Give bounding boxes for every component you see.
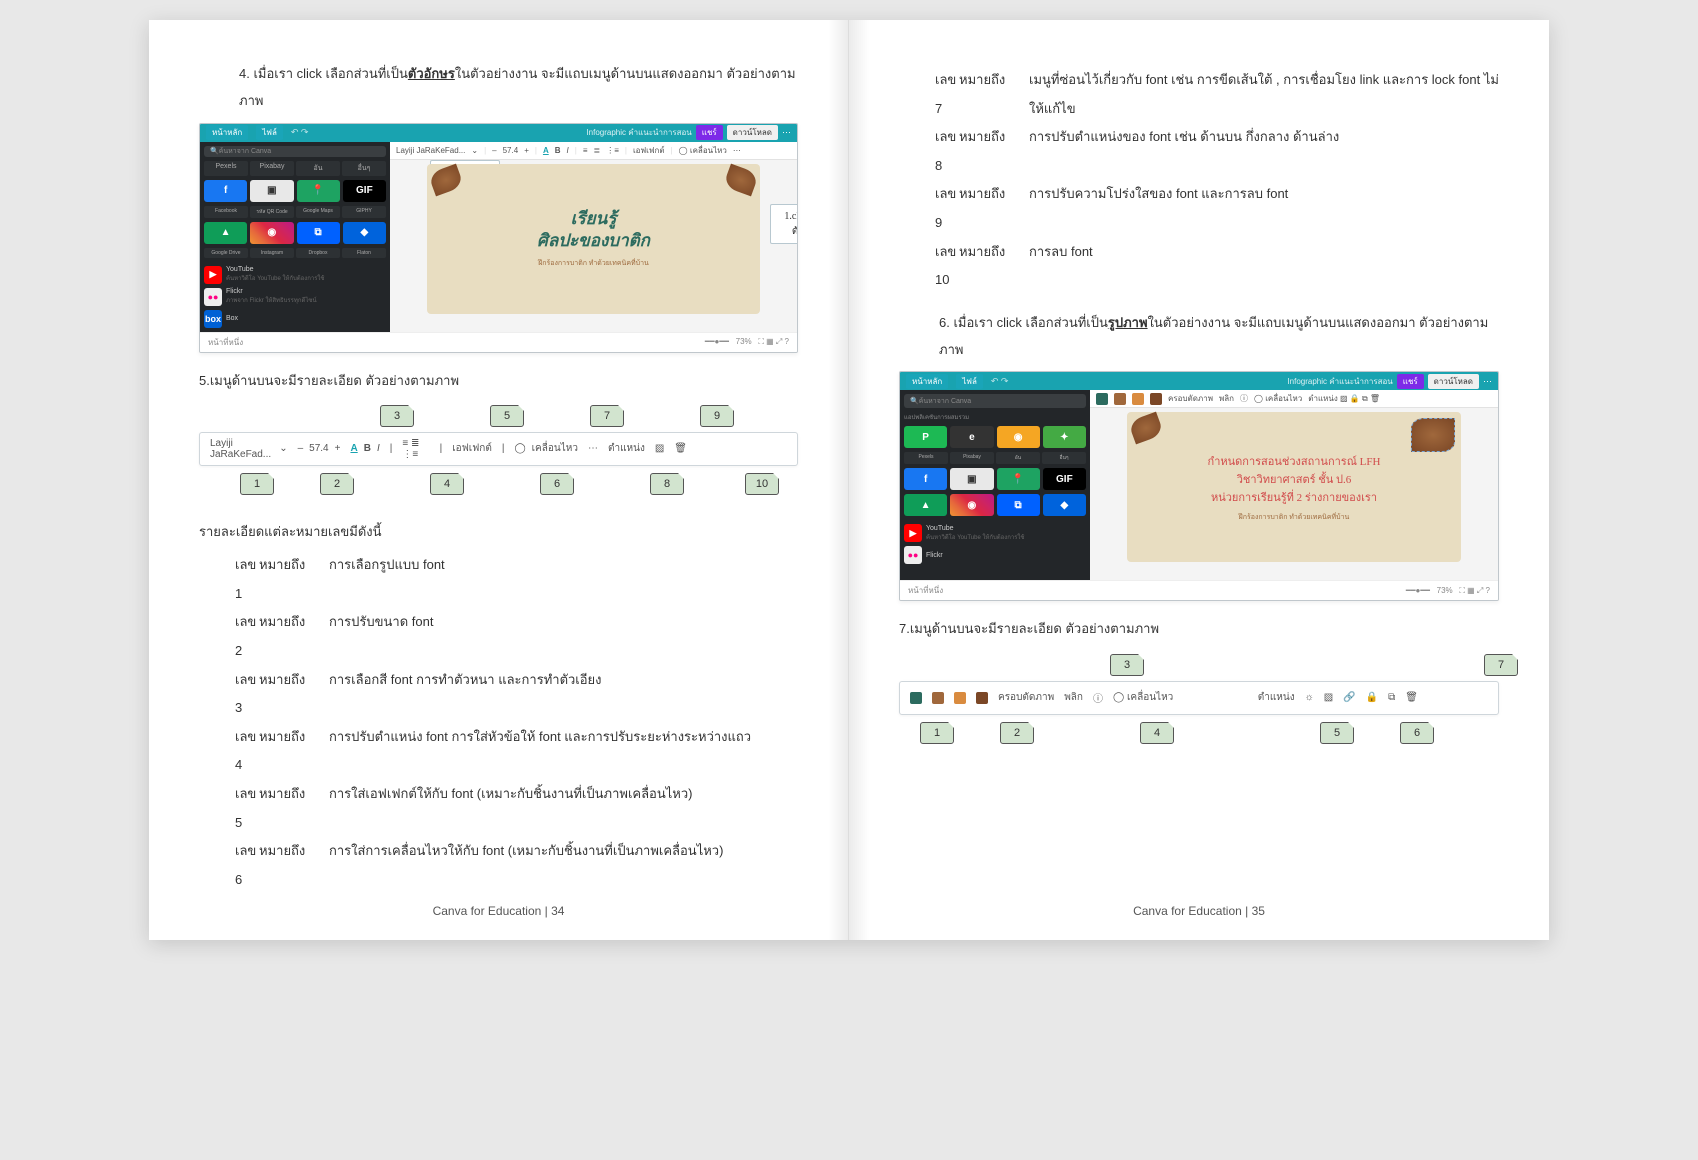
callout-click: 1.click เลือกตัวอักษร (770, 204, 798, 244)
para-4: 4. เมื่อเรา click เลือกส่วนที่เป็นตัวอัก… (199, 60, 798, 115)
section-7: 7.เมนูด้านบนจะมีรายละเอียด ตัวอย่างตามภา… (899, 615, 1499, 642)
section-5: 5.เมนูด้านบนจะมีรายละเอียด ตัวอย่างตามภา… (199, 367, 798, 394)
search-input: 🔍 ค้นหาจาก Canva (204, 146, 386, 157)
definitions-7-10: เลข 7หมายถึงเมนูที่ซ่อนไว้เกี่ยวกับ font… (899, 66, 1499, 295)
page-footer-34: Canva for Education | 34 (149, 904, 848, 918)
screenshot-text-selected: หน้าหลัก ไฟล์ ↶ ↷ Infographic คำแนะนำการ… (199, 123, 798, 353)
canva-sidebar: 🔍 ค้นหาจาก Canva PexelsPixabayอันอื่นๆ f… (200, 142, 390, 332)
canva-topbar: หน้าหลัก ไฟล์ ↶ ↷ Infographic คำแนะนำการ… (200, 124, 797, 142)
text-toolbar: Layiji JaRaKeFad...⌄| –57.4+| A BI| ≡≣⋮≡… (390, 142, 797, 160)
toolbar-diagram-image: ครอบตัดภาพ พลิก ⓘ ◯ เคลื่อนไหว ตำแหน่ง ☼… (899, 653, 1499, 749)
toolbar-labeled: Layiji JaRaKeFad... ⌄ – 57.4 + A B I | ≡… (199, 432, 798, 466)
def-title: รายละเอียดแต่ละหมายเลขมีดังนี้ (199, 518, 798, 545)
page-footer-35: Canva for Education | 35 (849, 904, 1549, 918)
definitions-1-6: เลข 1หมายถึงการเลือกรูปแบบ font เลข 2หมา… (199, 551, 798, 894)
toolbar-diagram-text: Layiji JaRaKeFad... ⌄ – 57.4 + A B I | ≡… (199, 404, 798, 500)
canvas-artboard: เรียนรู้ศิลปะของบาติก ฝึกร้องการบาติก ทำ… (427, 164, 760, 314)
page-35: เลข 7หมายถึงเมนูที่ซ่อนไว้เกี่ยวกับ font… (849, 20, 1549, 940)
page-34: 4. เมื่อเรา click เลือกส่วนที่เป็นตัวอัก… (149, 20, 849, 940)
screenshot-image-selected: หน้าหลักไฟล์↶ ↷ Infographic คำแนะนำการสอ… (899, 371, 1499, 601)
para-6: 6. เมื่อเรา click เลือกส่วนที่เป็นรูปภาพ… (899, 309, 1499, 364)
book-spread: 4. เมื่อเรา click เลือกส่วนที่เป็นตัวอัก… (149, 20, 1549, 940)
